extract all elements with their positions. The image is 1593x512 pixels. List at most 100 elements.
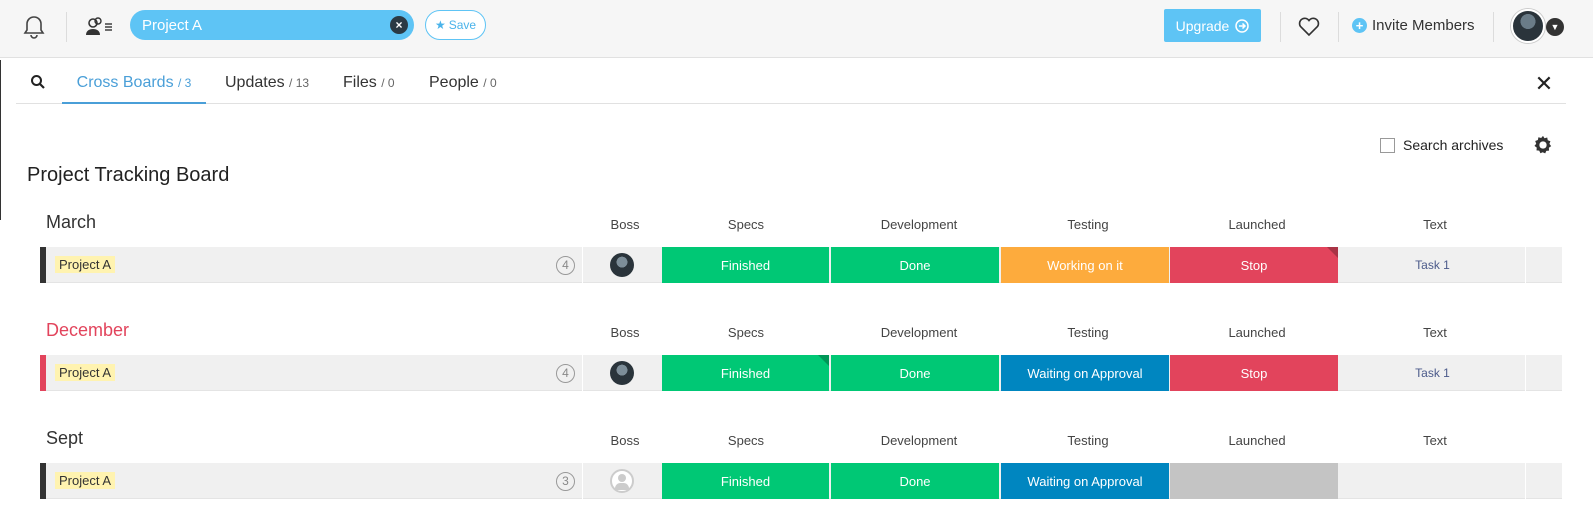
empty-person-icon[interactable] [610, 469, 634, 493]
status-label: Finished [720, 257, 771, 273]
chevron-down-icon[interactable]: ▼ [1546, 18, 1564, 36]
text-cell[interactable]: Task 1 [1340, 247, 1525, 283]
status-cell-development[interactable]: Done [831, 355, 999, 391]
group-title[interactable]: March [46, 212, 96, 233]
plus-icon: + [1352, 17, 1367, 33]
search-archives-toggle[interactable]: Search archives [1380, 137, 1503, 153]
table-row[interactable]: Project A 4 Finished Done Working on it Stop T… [40, 247, 1562, 283]
column-header[interactable]: Specs [686, 325, 806, 340]
boss-avatar[interactable] [610, 253, 634, 277]
search-input[interactable] [142, 13, 382, 37]
status-cell-specs[interactable]: Finished [662, 463, 829, 499]
column-header[interactable]: Development [859, 217, 979, 232]
text-cell[interactable]: Task 1 [1340, 355, 1525, 391]
gear-icon[interactable] [1532, 134, 1554, 156]
search-archives-checkbox[interactable] [1380, 137, 1395, 153]
group-color-bar [40, 247, 46, 283]
column-header[interactable]: Launched [1197, 217, 1317, 232]
divider [1280, 12, 1281, 42]
column-header[interactable]: Boss [565, 325, 685, 340]
text-value: Task 1 [1415, 366, 1450, 380]
item-name[interactable]: Project A [55, 364, 116, 381]
status-cell-launched[interactable]: Stop [1170, 355, 1338, 391]
row-end-cell [1525, 355, 1562, 391]
status-label: Done [899, 473, 931, 489]
tab-files[interactable]: Files / 0 [343, 74, 395, 104]
status-label: Done [899, 257, 931, 273]
group-color-bar [40, 463, 46, 499]
group-title[interactable]: December [46, 320, 129, 341]
cell-note-corner [1327, 247, 1338, 258]
text-cell[interactable] [1340, 463, 1525, 499]
invite-members-button[interactable]: + Invite Members [1352, 14, 1475, 36]
status-label: Done [899, 365, 931, 381]
status-cell-testing[interactable]: Working on it [1001, 247, 1169, 283]
updates-count-badge[interactable]: 3 [556, 472, 575, 491]
row-end-cell [1525, 247, 1562, 283]
column-header[interactable]: Launched [1197, 433, 1317, 448]
divider [66, 12, 67, 42]
team-icon[interactable] [84, 12, 114, 42]
bell-icon[interactable] [19, 12, 49, 42]
table-row[interactable]: Project A 4 Finished Done Waiting on Approva… [40, 355, 1562, 391]
status-label: Stop [1240, 257, 1268, 273]
user-avatar[interactable] [1511, 9, 1545, 43]
upgrade-button[interactable]: Upgrade [1164, 9, 1261, 42]
group-color-bar [40, 355, 46, 391]
boss-avatar[interactable] [610, 361, 634, 385]
search-pill[interactable]: × [130, 10, 414, 40]
star-icon: ★ [434, 18, 446, 32]
status-label: Waiting on Approval [1027, 365, 1143, 381]
column-header[interactable]: Testing [1028, 325, 1148, 340]
tab-people[interactable]: People / 0 [429, 74, 497, 104]
heart-icon[interactable] [1294, 12, 1324, 42]
column-header[interactable]: Boss [565, 433, 685, 448]
status-cell-development[interactable]: Done [831, 247, 999, 283]
search-tabs: Cross Boards / 3 Updates / 13 Files / 0 … [16, 60, 1566, 104]
divider [1493, 12, 1494, 42]
column-header[interactable]: Development [859, 433, 979, 448]
column-header[interactable]: Text [1375, 217, 1495, 232]
updates-count-badge[interactable]: 4 [556, 256, 575, 275]
divider [582, 247, 583, 283]
column-header[interactable]: Boss [565, 217, 685, 232]
top-bar: × ★ Save Upgrade + Invite Members ▼ [0, 0, 1593, 58]
table-row[interactable]: Project A 3 Finished Done Waiting on Approva… [40, 463, 1562, 499]
close-icon[interactable]: ✕ [1534, 72, 1554, 96]
save-search-button[interactable]: ★ Save [425, 10, 486, 40]
row-end-cell [1525, 463, 1562, 499]
tab-updates[interactable]: Updates / 13 [225, 74, 309, 104]
column-header[interactable]: Development [859, 325, 979, 340]
column-header[interactable]: Launched [1197, 325, 1317, 340]
tab-cross-boards[interactable]: Cross Boards / 3 [62, 74, 206, 104]
divider [1338, 12, 1339, 42]
search-icon[interactable] [30, 74, 46, 90]
column-header[interactable]: Testing [1028, 217, 1148, 232]
status-label: Finished [720, 473, 771, 489]
status-label: Finished [720, 365, 771, 381]
status-cell-testing[interactable]: Waiting on Approval [1001, 355, 1169, 391]
updates-count-badge[interactable]: 4 [556, 364, 575, 383]
left-edge-line [0, 60, 1, 220]
column-header[interactable]: Text [1375, 433, 1495, 448]
text-value: Task 1 [1415, 258, 1450, 272]
group-title[interactable]: Sept [46, 428, 83, 449]
divider [582, 463, 583, 499]
status-cell-launched[interactable] [1170, 463, 1338, 499]
column-header[interactable]: Text [1375, 325, 1495, 340]
board-title: Project Tracking Board [27, 164, 230, 186]
status-cell-specs[interactable]: Finished [662, 355, 829, 391]
item-name[interactable]: Project A [55, 472, 116, 489]
clear-search-icon[interactable]: × [390, 16, 408, 34]
column-header[interactable]: Specs [686, 433, 806, 448]
status-cell-launched[interactable]: Stop [1170, 247, 1338, 283]
column-header[interactable]: Specs [686, 217, 806, 232]
status-cell-testing[interactable]: Waiting on Approval [1001, 463, 1169, 499]
status-label: Working on it [1047, 257, 1123, 273]
column-header[interactable]: Testing [1028, 433, 1148, 448]
arrow-circle-icon [1235, 18, 1250, 33]
item-name[interactable]: Project A [55, 256, 116, 273]
status-cell-development[interactable]: Done [831, 463, 999, 499]
cell-note-corner [818, 355, 829, 366]
status-cell-specs[interactable]: Finished [662, 247, 829, 283]
